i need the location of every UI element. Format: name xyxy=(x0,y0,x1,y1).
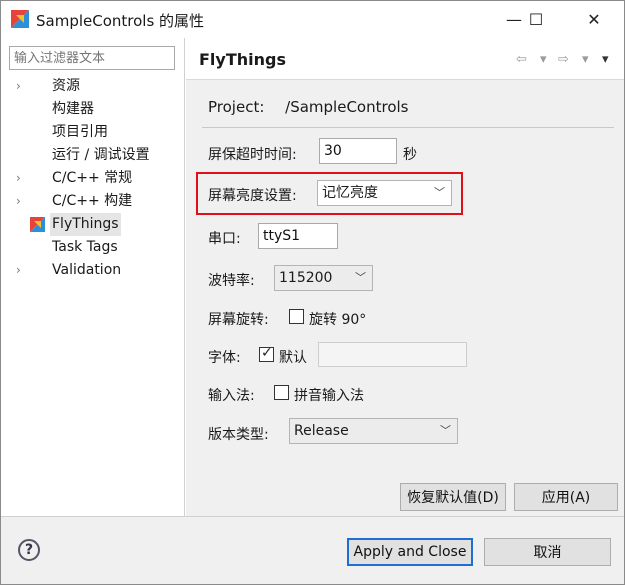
tree-item-label: 资源 xyxy=(52,78,80,94)
properties-dialog: SampleControls 的属性 — ☐ ✕ › 资源构建器项目引用运行 / … xyxy=(0,0,625,585)
build-type-select[interactable]: Release ﹀ xyxy=(289,418,458,444)
serial-port-input[interactable] xyxy=(258,223,338,249)
category-pane: › 资源构建器项目引用运行 / 调试设置 › C/C++ 常规 › C/C++ 构建 Fly… xyxy=(1,38,185,516)
tree-item[interactable]: › Validation xyxy=(1,259,185,282)
screensaver-timeout-input[interactable] xyxy=(319,138,397,164)
tree-item[interactable]: Task Tags xyxy=(1,236,185,259)
screensaver-label: 屏保超时时间: xyxy=(208,147,297,163)
forward-dropdown-icon[interactable]: ▾ xyxy=(582,50,589,68)
baud-label: 波特率: xyxy=(208,273,255,289)
baud-rate-value: 115200 xyxy=(279,270,333,286)
rotation-label: 屏幕旋转: xyxy=(208,312,269,328)
dialog-button-bar: ? Apply and Close 取消 xyxy=(1,517,624,584)
help-icon[interactable]: ? xyxy=(18,539,40,561)
tree-item[interactable]: › C/C++ 常规 xyxy=(1,167,185,190)
forward-arrow-icon[interactable]: ⇨ xyxy=(558,50,569,68)
tree-item[interactable]: FlyThings xyxy=(1,213,185,236)
chevron-right-icon[interactable]: › xyxy=(16,75,21,98)
cancel-button[interactable]: 取消 xyxy=(484,538,611,566)
tree-item[interactable]: › 资源 xyxy=(1,75,185,98)
font-default-label[interactable]: 默认 xyxy=(279,347,307,367)
build-type-value: Release xyxy=(294,423,349,439)
tree-item-label: 运行 / 调试设置 xyxy=(52,147,150,163)
tree-item[interactable]: 构建器 xyxy=(1,98,185,121)
separator xyxy=(202,127,614,128)
tree-item-label: C/C++ 构建 xyxy=(52,193,133,209)
pinyin-ime-checkbox[interactable] xyxy=(274,385,289,400)
chevron-down-icon: ﹀ xyxy=(434,186,445,199)
tree-item-label: C/C++ 常规 xyxy=(52,170,133,186)
tree-item-label: Validation xyxy=(52,262,122,278)
tree-item[interactable]: 运行 / 调试设置 xyxy=(1,144,185,167)
flythings-icon xyxy=(30,217,45,232)
tree-item-label: 构建器 xyxy=(52,101,94,117)
pinyin-ime-label[interactable]: 拼音输入法 xyxy=(294,385,364,405)
rotation-checkbox-label[interactable]: 旋转 90° xyxy=(309,309,366,329)
screensaver-unit: 秒 xyxy=(403,147,417,163)
project-label: Project: xyxy=(208,98,265,116)
close-button[interactable]: ✕ xyxy=(571,1,617,37)
baud-rate-select[interactable]: 115200 ﹀ xyxy=(274,265,373,291)
tree-item[interactable]: › C/C++ 构建 xyxy=(1,190,185,213)
font-default-checkbox[interactable] xyxy=(259,345,274,362)
category-tree: › 资源构建器项目引用运行 / 调试设置 › C/C++ 常规 › C/C++ 构建 Fly… xyxy=(1,75,185,282)
project-path: /SampleControls xyxy=(285,98,409,116)
section-header: FlyThings ⇦ ▾ ⇨ ▾ ▾ xyxy=(186,38,624,80)
ime-label: 输入法: xyxy=(208,388,255,404)
app-icon xyxy=(11,10,29,28)
apply-button[interactable]: 应用(A) xyxy=(514,483,618,511)
rotation-checkbox[interactable] xyxy=(289,309,304,324)
build-type-label: 版本类型: xyxy=(208,427,269,443)
apply-and-close-button[interactable]: Apply and Close xyxy=(347,538,473,566)
project-line: Project: /SampleControls xyxy=(208,98,409,116)
back-arrow-icon[interactable]: ⇦ xyxy=(516,50,527,68)
serial-label: 串口: xyxy=(208,231,241,247)
chevron-right-icon[interactable]: › xyxy=(16,259,21,282)
title-bar[interactable]: SampleControls 的属性 — ☐ ✕ xyxy=(1,1,624,37)
section-title: FlyThings xyxy=(199,50,286,69)
settings-pane: FlyThings ⇦ ▾ ⇨ ▾ ▾ Project: /SampleCont… xyxy=(186,38,624,516)
maximize-button[interactable]: ☐ xyxy=(513,1,559,37)
filter-input[interactable] xyxy=(9,46,175,70)
chevron-right-icon[interactable]: › xyxy=(16,167,21,190)
font-path-input[interactable] xyxy=(318,342,467,367)
restore-defaults-button[interactable]: 恢复默认值(D) xyxy=(400,483,506,511)
back-dropdown-icon[interactable]: ▾ xyxy=(540,50,547,68)
tree-item-label: FlyThings xyxy=(50,213,121,236)
tree-item-label: 项目引用 xyxy=(52,124,108,140)
chevron-down-icon: ﹀ xyxy=(355,271,366,284)
brightness-select[interactable]: 记忆亮度 ﹀ xyxy=(317,180,452,206)
window-title: SampleControls 的属性 xyxy=(36,12,205,30)
brightness-label: 屏幕亮度设置: xyxy=(208,188,297,204)
tree-item-label: Task Tags xyxy=(52,239,118,255)
chevron-down-icon: ﹀ xyxy=(440,424,451,437)
tree-item[interactable]: 项目引用 xyxy=(1,121,185,144)
chevron-right-icon[interactable]: › xyxy=(16,190,21,213)
font-label: 字体: xyxy=(208,350,241,366)
brightness-value: 记忆亮度 xyxy=(322,185,378,201)
view-menu-icon[interactable]: ▾ xyxy=(602,50,609,68)
